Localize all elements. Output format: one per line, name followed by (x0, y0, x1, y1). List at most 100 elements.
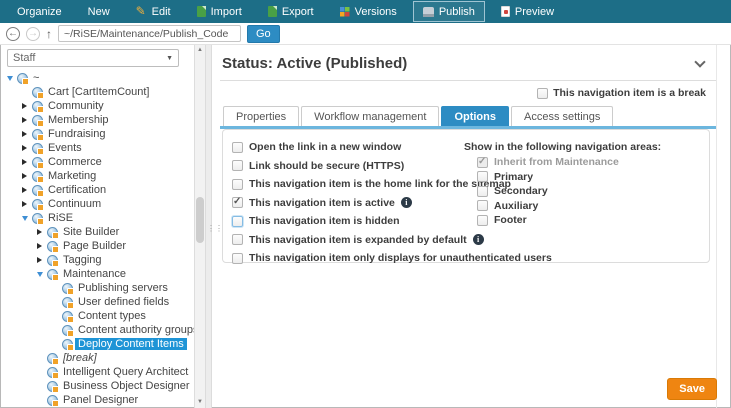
tree-item[interactable]: [break] (0, 351, 194, 365)
tree-expand-arrow[interactable] (34, 257, 45, 263)
info-icon[interactable] (401, 197, 412, 208)
tree-item[interactable]: Site Builder (0, 225, 194, 239)
tree-expand-arrow[interactable] (19, 117, 30, 123)
tree-expand-arrow[interactable] (19, 145, 30, 151)
toolbar-item[interactable]: Organize (8, 2, 71, 21)
tab[interactable]: Options (441, 106, 509, 126)
tree-item[interactable]: Panel Designer (0, 393, 194, 407)
tree-item[interactable]: Maintenance (0, 267, 194, 281)
tree-expand-arrow[interactable] (19, 216, 30, 221)
tree-expand-arrow[interactable] (34, 272, 45, 277)
tree-expand-arrow[interactable] (19, 201, 30, 207)
tree-item-label[interactable]: Membership (45, 114, 112, 126)
toolbar-item[interactable]: Publish (414, 2, 484, 21)
tree-item[interactable]: Business Object Designer (0, 379, 194, 393)
tree-item-label[interactable]: Commerce (45, 156, 105, 168)
save-button[interactable]: Save (667, 378, 717, 400)
nav-area-checkbox-row[interactable]: Footer (477, 214, 709, 226)
tree-item[interactable]: Content authority groups (0, 323, 194, 337)
tree-item[interactable]: Page Builder (0, 239, 194, 253)
option-checkbox-row[interactable]: This navigation item is hidden (232, 215, 464, 227)
tree-item[interactable]: Tagging (0, 253, 194, 267)
tree-expand-arrow[interactable] (4, 76, 15, 81)
tree-item-label[interactable]: Maintenance (60, 268, 129, 280)
tree-item[interactable]: Community (0, 99, 194, 113)
tree-item[interactable]: Commerce (0, 155, 194, 169)
tree-expand-arrow[interactable] (19, 173, 30, 179)
tree-item-label[interactable]: RiSE (45, 212, 76, 224)
tree-item-label[interactable]: [break] (60, 352, 100, 364)
toolbar-item[interactable]: Edit (127, 2, 180, 21)
go-button[interactable]: Go (247, 25, 280, 43)
toolbar-item[interactable]: Export (259, 2, 323, 21)
tree-item[interactable]: RiSE (0, 211, 194, 225)
option-checkbox-row[interactable]: This navigation item is expanded by defa… (232, 234, 464, 246)
tree-item[interactable]: Cart [CartItemCount] (0, 85, 194, 99)
path-input[interactable] (58, 25, 241, 42)
tree-expand-arrow[interactable] (19, 187, 30, 193)
tree-expand-arrow[interactable] (19, 103, 30, 109)
checkbox[interactable] (232, 142, 243, 153)
toolbar-item[interactable]: Preview (492, 2, 563, 21)
panel-splitter[interactable]: ⋮⋮ (205, 45, 212, 408)
tree-item[interactable]: Intelligent Query Architect (0, 365, 194, 379)
scrollbar-thumb[interactable] (196, 197, 204, 243)
option-checkbox-row[interactable]: Open the link in a new window (232, 141, 464, 153)
tab[interactable]: Workflow management (301, 106, 439, 126)
checkbox[interactable] (232, 197, 243, 208)
up-level-icon[interactable]: ↑ (46, 27, 52, 41)
forward-icon[interactable]: → (26, 27, 40, 41)
toolbar-item[interactable]: Versions (331, 2, 406, 21)
option-checkbox-row[interactable]: Link should be secure (HTTPS) (232, 160, 464, 172)
tree-item-label[interactable]: Content types (75, 310, 149, 322)
nav-area-checkbox-row[interactable]: Auxiliary (477, 200, 709, 212)
tree-item-label[interactable]: ~ (30, 72, 42, 84)
tree-item[interactable]: ~ (0, 71, 194, 85)
website-selector[interactable]: Staff ▼ (7, 49, 179, 67)
checkbox[interactable] (232, 179, 243, 190)
tab[interactable]: Access settings (511, 106, 613, 126)
tree-item[interactable]: Membership (0, 113, 194, 127)
tree-item-label[interactable]: User defined fields (75, 296, 172, 308)
tree-scrollbar[interactable]: ▲ ▼ (194, 45, 205, 408)
checkbox[interactable] (477, 186, 488, 197)
break-checkbox[interactable] (537, 88, 548, 99)
tree-item[interactable]: Publishing servers (0, 281, 194, 295)
tree-item-label[interactable]: Content authority groups (75, 324, 194, 336)
tree-item-label[interactable]: Events (45, 142, 85, 154)
tree-item[interactable]: Certification (0, 183, 194, 197)
back-icon[interactable]: ← (6, 27, 20, 41)
tree-item-label[interactable]: Fundraising (45, 128, 108, 140)
option-checkbox-row[interactable]: This navigation item is active (232, 197, 464, 209)
tree-item[interactable]: Fundraising (0, 127, 194, 141)
checkbox[interactable] (232, 216, 243, 227)
tree-item[interactable]: Content types (0, 309, 194, 323)
tree-item[interactable]: Continuum (0, 197, 194, 211)
tree-item[interactable]: Events (0, 141, 194, 155)
tab[interactable]: Properties (223, 106, 299, 126)
checkbox[interactable] (477, 157, 488, 168)
toolbar-item[interactable]: Import (188, 2, 251, 21)
scroll-down-icon[interactable]: ▼ (195, 397, 205, 408)
option-checkbox-row[interactable]: This navigation item only displays for u… (232, 252, 464, 264)
checkbox[interactable] (232, 234, 243, 245)
tree-item-label[interactable]: Community (45, 100, 107, 112)
tree-item-label[interactable]: Marketing (45, 170, 99, 182)
nav-area-checkbox-row[interactable]: Primary (477, 171, 709, 183)
tree-expand-arrow[interactable] (34, 243, 45, 249)
checkbox[interactable] (232, 253, 243, 264)
tree-item[interactable]: Marketing (0, 169, 194, 183)
tree-expand-arrow[interactable] (19, 159, 30, 165)
break-checkbox-row[interactable]: This navigation item is a break (220, 81, 716, 99)
tree-item[interactable]: User defined fields (0, 295, 194, 309)
tree-item-label[interactable]: Deploy Content Items (75, 338, 187, 350)
tree-item-label[interactable]: Cart [CartItemCount] (45, 86, 152, 98)
tree-item-label[interactable]: Intelligent Query Architect (60, 366, 191, 378)
tree-item[interactable]: Deploy Content Items (0, 337, 194, 351)
checkbox[interactable] (477, 215, 488, 226)
checkbox[interactable] (477, 200, 488, 211)
checkbox[interactable] (477, 171, 488, 182)
tree-item-label[interactable]: Certification (45, 184, 109, 196)
nav-area-checkbox-row[interactable]: Secondary (477, 185, 709, 197)
toolbar-item[interactable]: New (79, 2, 119, 21)
